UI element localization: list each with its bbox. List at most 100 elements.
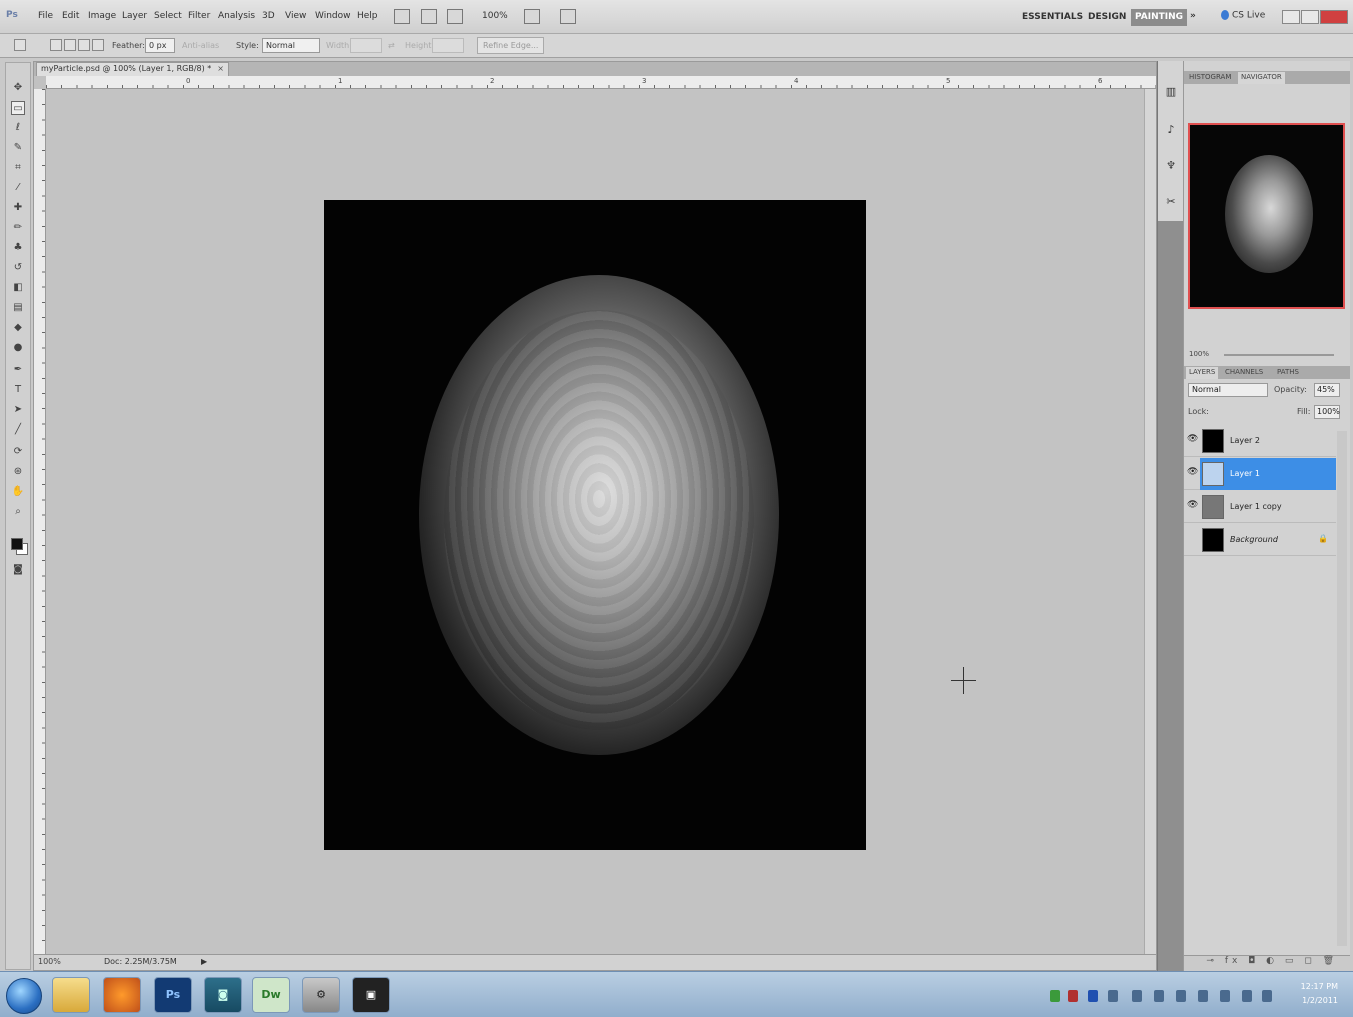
brush-presets-icon[interactable]: ♪ [1164, 123, 1178, 137]
blend-mode-select[interactable]: Normal [1188, 383, 1268, 397]
tool-presets-icon[interactable]: ✂ [1164, 195, 1178, 209]
move-tool-icon[interactable]: ✥ [11, 81, 25, 95]
layer-row-selected[interactable]: 👁 Layer 1 [1184, 458, 1336, 490]
taskbar-photoshop-icon[interactable]: Ps [154, 977, 192, 1013]
blur-tool-icon[interactable]: ◆ [11, 321, 25, 335]
status-doc-info[interactable]: Doc: 2.25M/3.75M [104, 957, 177, 966]
taskbar-firefox-icon[interactable] [103, 977, 141, 1013]
menu-filter[interactable]: Filter [188, 11, 210, 21]
arrange-documents-icon[interactable] [524, 9, 540, 24]
more-workspaces-icon[interactable]: » [1190, 11, 1196, 21]
fill-input[interactable]: 100% [1314, 405, 1340, 419]
tray-network-icon[interactable] [1050, 990, 1060, 1002]
navigator-preview[interactable] [1188, 123, 1345, 309]
menu-file[interactable]: File [38, 11, 53, 21]
clone-source-icon[interactable]: ♆ [1164, 159, 1178, 173]
menu-3d[interactable]: 3D [262, 11, 275, 21]
quick-selection-tool-icon[interactable]: ✎ [11, 141, 25, 155]
spot-healing-tool-icon[interactable]: ✚ [11, 201, 25, 215]
dodge-tool-icon[interactable]: ● [11, 341, 25, 355]
image-canvas[interactable] [324, 200, 866, 850]
status-menu-arrow-icon[interactable]: ▶ [201, 957, 207, 966]
eraser-tool-icon[interactable]: ◧ [11, 281, 25, 295]
layer-row[interactable]: 👁 Layer 1 copy [1184, 491, 1336, 523]
refine-edge-button[interactable]: Refine Edge... [477, 37, 545, 54]
layer-body[interactable]: Background 🔒 [1200, 524, 1336, 556]
navigator-zoom-value[interactable]: 100% [1189, 350, 1209, 358]
taskbar-explorer-icon[interactable] [52, 977, 90, 1013]
pen-tool-icon[interactable]: ✒ [11, 363, 25, 377]
close-tab-icon[interactable]: × [217, 64, 224, 73]
style-select[interactable]: Normal [262, 38, 320, 53]
screen-mode-icon[interactable] [560, 9, 576, 24]
add-selection-icon[interactable] [64, 39, 76, 51]
layer-body[interactable]: Layer 2 [1200, 425, 1336, 457]
bridge-icon[interactable] [394, 9, 410, 24]
start-button[interactable] [6, 978, 42, 1014]
maximize-button[interactable] [1301, 10, 1319, 24]
visibility-eye-icon[interactable]: 👁 [1187, 467, 1198, 479]
vertical-ruler[interactable] [34, 89, 46, 955]
tray-monitor-icon[interactable] [1154, 990, 1164, 1002]
rectangular-marquee-tool-icon[interactable]: ▭ [11, 101, 25, 115]
layer-body[interactable]: Layer 1 [1200, 458, 1336, 490]
taskbar-gadget-icon[interactable]: ◙ [204, 977, 242, 1013]
menu-analysis[interactable]: Analysis [218, 11, 255, 21]
new-selection-icon[interactable] [50, 39, 62, 51]
height-input[interactable] [432, 38, 464, 53]
path-selection-tool-icon[interactable]: ➤ [11, 403, 25, 417]
swap-icon[interactable]: ⇄ [388, 41, 395, 50]
status-zoom[interactable]: 100% [38, 957, 61, 966]
menu-select[interactable]: Select [154, 11, 182, 21]
tab-histogram[interactable]: HISTOGRAM [1186, 72, 1234, 84]
workspace-design[interactable]: DESIGN [1084, 9, 1130, 26]
minibridge-icon[interactable] [421, 9, 437, 24]
minimize-button[interactable] [1282, 10, 1300, 24]
taskbar-ide-icon[interactable]: ▣ [352, 977, 390, 1013]
layers-scrollbar[interactable] [1337, 431, 1347, 946]
menu-help[interactable]: Help [357, 11, 378, 21]
tray-arrow-icon[interactable] [1262, 990, 1272, 1002]
tab-paths[interactable]: PATHS [1274, 367, 1302, 379]
tray-volume-icon[interactable] [1176, 990, 1186, 1002]
zoom-tool-icon[interactable]: ⌕ [11, 505, 25, 519]
document-tab[interactable]: myParticle.psd @ 100% (Layer 1, RGB/8) *… [36, 62, 229, 76]
zoom-level-dropdown[interactable]: 100% [482, 11, 508, 21]
tab-navigator[interactable]: NAVIGATOR [1238, 72, 1285, 84]
menu-image[interactable]: Image [88, 11, 116, 21]
menu-window[interactable]: Window [315, 11, 351, 21]
gradient-tool-icon[interactable]: ▤ [11, 301, 25, 315]
antialias-checkbox[interactable]: Anti-alias [182, 41, 219, 50]
navigator-zoom-slider[interactable] [1224, 354, 1334, 356]
crop-tool-icon[interactable]: ⌗ [11, 161, 25, 175]
tab-layers[interactable]: LAYERS [1186, 367, 1219, 379]
layers-footer-icons[interactable]: ⊸ fx ◘ ◐ ▭ ◻ 🗑 [1184, 955, 1350, 971]
layer-row[interactable]: Background 🔒 [1184, 524, 1336, 556]
taskbar-dreamweaver-icon[interactable]: Dw [252, 977, 290, 1013]
tray-power-icon[interactable] [1198, 990, 1208, 1002]
visibility-eye-icon[interactable]: 👁 [1187, 434, 1198, 446]
width-input[interactable] [350, 38, 382, 53]
clone-stamp-tool-icon[interactable]: ♣ [11, 241, 25, 255]
tray-security-icon[interactable] [1068, 990, 1078, 1002]
3d-rotate-tool-icon[interactable]: ⟳ [11, 445, 25, 459]
layer-row[interactable]: 👁 Layer 2 [1184, 425, 1336, 457]
workspace-essentials[interactable]: ESSENTIALS [1018, 9, 1087, 26]
tray-bluetooth-icon[interactable] [1088, 990, 1098, 1002]
feather-input[interactable]: 0 px [145, 38, 175, 53]
taskbar-clock[interactable]: 12:17 PM 1/2/2011 [1288, 980, 1338, 1008]
layer-body[interactable]: Layer 1 copy [1200, 491, 1336, 523]
vertical-scrollbar[interactable] [1144, 89, 1156, 955]
menu-layer[interactable]: Layer [122, 11, 147, 21]
tray-flag-icon[interactable] [1242, 990, 1252, 1002]
brush-tool-icon[interactable]: ✏ [11, 221, 25, 235]
workspace-painting[interactable]: PAINTING [1131, 9, 1188, 26]
foreground-color-swatch[interactable] [11, 538, 23, 550]
tray-wifi-icon[interactable] [1220, 990, 1230, 1002]
hand-tool-icon[interactable]: ✋ [11, 485, 25, 499]
cs-live-button[interactable]: CS Live [1221, 10, 1265, 21]
tab-channels[interactable]: CHANNELS [1222, 367, 1266, 379]
marquee-tool-preset-icon[interactable] [14, 39, 26, 51]
close-button[interactable] [1320, 10, 1348, 24]
menu-view[interactable]: View [285, 11, 306, 21]
